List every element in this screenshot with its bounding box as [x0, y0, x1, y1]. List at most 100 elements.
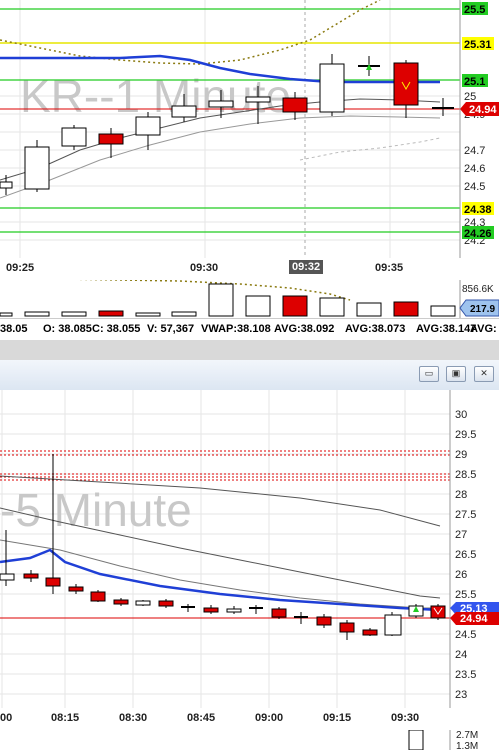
volume-axis-max: 2.7M — [456, 730, 478, 741]
volume-value: V: 57,367 — [147, 323, 195, 335]
volume-tag-label: 217.9 — [470, 304, 495, 315]
cursor-time-tag: 09:32 — [289, 260, 324, 274]
candle — [249, 605, 263, 614]
average-value: AVG:38.073 — [345, 323, 406, 335]
candle — [90, 590, 106, 602]
level-tag-label: 25.5 — [464, 4, 485, 16]
time-tick: 08:30 — [119, 712, 148, 724]
average-value: AVG:38.147 — [416, 323, 477, 335]
price-tick: 24 — [455, 649, 467, 661]
price-tick: 28 — [455, 489, 467, 501]
volume-axis-mid: 1.3M — [456, 741, 478, 750]
average-value: AVG: — [470, 323, 497, 335]
level-tag-label: 24.26 — [464, 228, 492, 240]
volume-canvas: 856.6K 217.9 — [0, 280, 499, 318]
volume-bar — [393, 301, 419, 317]
level-tag-label: 24.38 — [464, 204, 492, 216]
close-button[interactable]: ✕ — [474, 366, 494, 382]
restore-button[interactable]: ▣ — [446, 366, 466, 382]
candle — [135, 600, 151, 606]
minimize-button[interactable]: ▭ — [419, 366, 439, 382]
five-minute-chart-canvas[interactable]: -5 Minute 30 29.5 29 28.5 28 27.5 27 26.… — [0, 390, 499, 708]
price-tick: 23.5 — [455, 669, 476, 681]
one-minute-chart-canvas[interactable]: KR--1 Minute 25 24.7 24.6 24.5 24.3 24.2… — [0, 0, 499, 258]
five-minute-chart-pane[interactable]: -5 Minute 30 29.5 29 28.5 28 27.5 27 26.… — [0, 390, 499, 708]
price-tags: 25.5 25.31 25.1 24.94 24.38 24.26 — [460, 2, 499, 240]
candle — [158, 599, 174, 608]
time-tick: 09:30 — [190, 262, 219, 274]
price-tick: 28.5 — [455, 469, 476, 481]
volume-bar — [282, 295, 308, 317]
candle — [0, 175, 13, 195]
time-tick: 09:00 — [255, 712, 284, 724]
volume-bar — [245, 295, 271, 317]
price-tick: 26.5 — [455, 549, 476, 561]
candle — [61, 125, 87, 150]
price-tick: 24.5 — [455, 629, 476, 641]
level-tag-label: 25.31 — [464, 39, 492, 51]
volume-bar — [171, 311, 197, 317]
price-tick: 24.5 — [464, 181, 485, 193]
volume-bar — [408, 730, 424, 750]
price-tick: 23 — [455, 689, 467, 701]
candle — [181, 604, 195, 612]
chart-watermark: KR--1 Minute — [20, 70, 291, 122]
price-tick: 27 — [455, 529, 467, 541]
time-tick: 00 — [0, 712, 13, 724]
one-minute-volume-pane[interactable]: 856.6K 217.9 — [0, 280, 499, 318]
volume-bar — [430, 305, 456, 317]
time-tick: 09:30 — [391, 712, 420, 724]
volume-bar — [319, 297, 345, 317]
chart-window-titlebar[interactable]: ▭ ▣ ✕ — [0, 360, 499, 391]
price-tick: 25.5 — [455, 589, 476, 601]
five-minute-volume-pane[interactable]: 2.7M 1.3M — [0, 730, 499, 750]
volume-bar — [0, 312, 13, 317]
vwap-line — [0, 548, 441, 612]
one-minute-chart-pane[interactable]: KR--1 Minute 25 24.7 24.6 24.5 24.3 24.2… — [0, 0, 499, 258]
last-price-tag-label: 24.94 — [460, 613, 488, 625]
candle — [68, 584, 84, 594]
volume-canvas: 2.7M 1.3M — [408, 730, 478, 750]
price-tick: 27.5 — [455, 509, 476, 521]
price-tick: 29.5 — [455, 429, 476, 441]
candle — [226, 606, 242, 614]
close-value-partial: 38.05 — [0, 323, 28, 335]
candle — [294, 612, 308, 624]
candle — [384, 612, 402, 636]
time-tick: 09:35 — [375, 262, 404, 274]
candle — [24, 140, 50, 192]
time-tick: 09:25 — [6, 262, 35, 274]
vwap-value: VWAP:38.108 — [201, 323, 271, 335]
last-price-tag-label: 24.94 — [469, 104, 497, 116]
candle — [113, 598, 129, 606]
ohlc-info-bar: 38.05 O: 38.085 C: 38.055 V: 57,367 VWAP… — [0, 318, 499, 342]
volume-bar — [208, 283, 234, 317]
level-tag-label: 25.1 — [464, 76, 485, 88]
candle — [316, 614, 332, 628]
time-tick: 09:15 — [323, 712, 352, 724]
candle — [23, 570, 39, 582]
price-tick: 30 — [455, 409, 467, 421]
chart-watermark: -5 Minute — [0, 484, 192, 536]
upper-band-line — [0, 0, 381, 65]
volume-bar — [356, 302, 382, 317]
one-minute-time-axis: 09:25 09:30 09:32 09:35 — [0, 258, 499, 280]
resistance-levels — [0, 450, 450, 481]
candle — [319, 54, 345, 116]
price-tick: 26 — [455, 569, 467, 581]
candle — [362, 628, 378, 636]
candle — [271, 607, 287, 619]
candle — [203, 605, 219, 614]
volume-bar — [98, 310, 124, 317]
lower-band-line — [299, 137, 441, 161]
average-value: AVG:38.092 — [274, 323, 335, 335]
price-grid — [0, 390, 450, 708]
time-tick: 08:45 — [187, 712, 216, 724]
five-minute-time-axis: 00 08:15 08:30 08:45 09:00 09:15 09:30 — [0, 708, 499, 730]
price-tick: 29 — [455, 449, 467, 461]
volume-bar — [61, 311, 87, 317]
price-tick: 24.6 — [464, 163, 485, 175]
volume-axis-max: 856.6K — [462, 284, 494, 295]
close-value: C: 38.055 — [92, 323, 141, 335]
candle — [135, 112, 161, 150]
